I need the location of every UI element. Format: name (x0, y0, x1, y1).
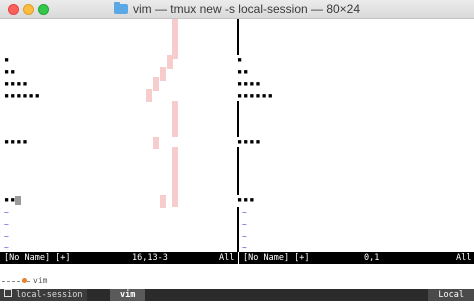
buffer-name: [No Name] [+] (4, 253, 71, 263)
empty-line-marker: ~ (4, 208, 9, 217)
text-line: ▪▪ (237, 67, 250, 77)
text-line: ▪▪▪ (237, 195, 256, 205)
cursor-position: 0,1 (364, 253, 380, 263)
text-line: ▪▪▪▪▪▪ (4, 91, 41, 101)
cursor-position: 16,13-3 (132, 253, 168, 263)
highlight-block (160, 67, 166, 81)
window-tab-vim[interactable]: vim (110, 289, 146, 301)
text-line: ▪▪▪▪ (4, 137, 29, 147)
text-line: ▪▪▪▪▪▪ (237, 91, 274, 101)
text-line: ▪▪▪▪ (237, 79, 262, 89)
highlight-block (172, 19, 178, 59)
left-editor-pane[interactable]: ▪ ▪▪ ▪▪▪▪ ▪▪▪▪▪▪ ▪▪▪▪ ▪▪▪ ~ ~ ~ ~ (0, 19, 236, 252)
highlight-block (172, 101, 178, 137)
empty-line-marker: ~ (4, 220, 9, 229)
highlight-block (160, 195, 166, 208)
command-label: vim (33, 276, 48, 285)
empty-line-marker: ~ (4, 232, 9, 241)
separator-segment (237, 19, 239, 55)
text-line: ▪ (237, 55, 244, 65)
highlight-block (153, 77, 159, 91)
separator-segment (237, 101, 239, 137)
empty-line-marker: ~ (242, 208, 247, 217)
title-bar: vim — tmux new -s local-session — 80×24 (0, 0, 474, 19)
right-status-line: [No Name] [+] 0,1 All (239, 252, 474, 264)
window-title: vim — tmux new -s local-session — 80×24 (0, 2, 474, 16)
left-status-line: [No Name] [+] 16,13-3 All (0, 252, 238, 264)
separator-segment (237, 147, 239, 195)
text-cursor (15, 196, 21, 205)
session-icon (4, 289, 12, 297)
text-line: ▪▪ (4, 67, 17, 77)
text-line: ▪ (4, 55, 11, 65)
host-label: Local (428, 289, 474, 301)
text-line: ▪▪▪▪ (4, 79, 29, 89)
session-indicator[interactable]: local-session (0, 289, 87, 301)
highlight-block (172, 147, 178, 207)
right-editor-pane[interactable]: ▪ ▪▪ ▪▪▪▪ ▪▪▪▪▪▪ ▪▪▪▪ ▪▪▪ ~ ~ ~ ~ (237, 19, 474, 252)
folder-icon (113, 2, 128, 14)
highlight-block (153, 137, 159, 149)
activity-dot-icon (22, 278, 27, 283)
tmux-status-bar: local-session vim Local (0, 289, 474, 301)
scroll-indicator: All (456, 253, 472, 263)
highlight-block (146, 89, 152, 102)
separator-segment (237, 207, 239, 252)
highlight-block (167, 55, 173, 69)
terminal-window: vim — tmux new -s local-session — 80×24 … (0, 0, 474, 304)
window-title-text: vim — tmux new -s local-session — 80×24 (132, 2, 361, 16)
text-line: ▪▪▪▪ (237, 137, 262, 147)
command-line[interactable]: vim (0, 276, 474, 286)
session-name: local-session (16, 290, 83, 300)
scroll-indicator: All (219, 253, 235, 263)
empty-line-marker: ~ (242, 232, 247, 241)
buffer-name: [No Name] [+] (243, 253, 310, 263)
empty-line-marker: ~ (242, 220, 247, 229)
